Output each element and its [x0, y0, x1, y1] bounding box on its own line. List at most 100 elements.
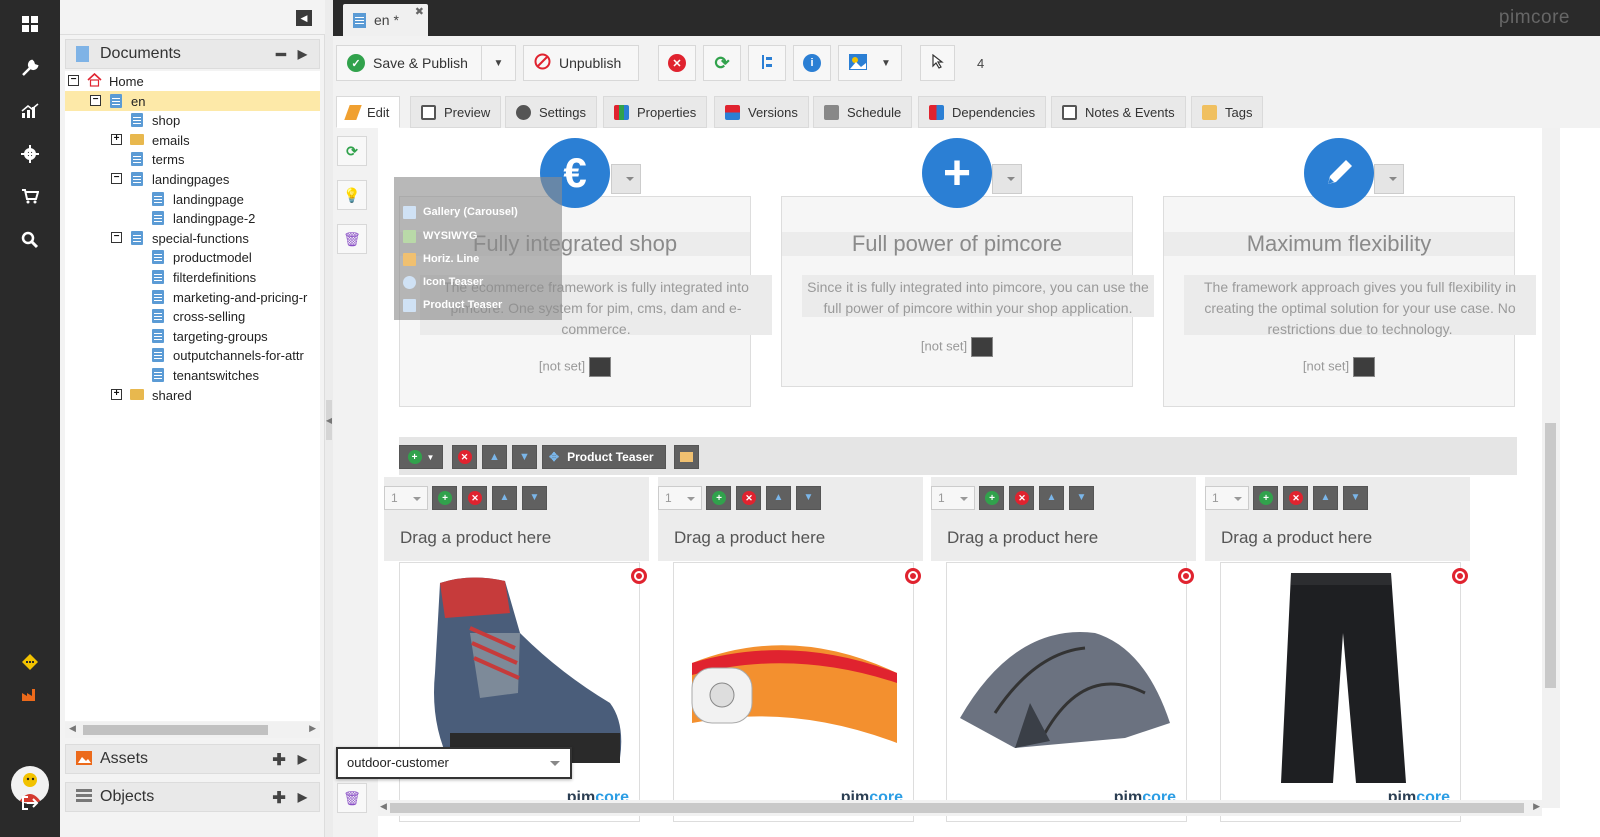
slot-number-select[interactable]: 1 [384, 486, 428, 510]
menu-item-gallery[interactable]: Gallery (Carousel) [400, 201, 558, 223]
image-icon[interactable] [971, 337, 994, 357]
tree-item-en[interactable]: − en [65, 90, 320, 111]
tree-item-home[interactable]: − Home [65, 71, 320, 91]
tree-item-cross-selling[interactable]: cross-selling [65, 306, 320, 326]
target-group-select[interactable]: outdoor-customer [336, 747, 572, 779]
feature-box[interactable]: Full power of pimcore Since it is fully … [781, 196, 1154, 387]
slot-number-select[interactable]: 1 [658, 486, 702, 510]
tree-item-landingpage-2[interactable]: landingpage-2 [65, 208, 320, 228]
move-down-button[interactable]: ▼ [796, 486, 821, 510]
add-icon[interactable]: ✚ [272, 788, 285, 808]
tree-item-terms[interactable]: terms [65, 149, 320, 169]
panel-splitter[interactable]: ◀ [325, 0, 333, 837]
product-card[interactable]: pimcore [1220, 562, 1468, 822]
menu-item-wysiwyg[interactable]: WYSIWYG [400, 225, 558, 247]
move-up-button[interactable]: ▲ [1039, 486, 1064, 510]
move-down-button[interactable]: ▼ [512, 445, 537, 469]
product-slot[interactable]: 1 + ✕ ▲ ▼ Drag a product here [658, 477, 923, 561]
target-icon[interactable] [1452, 568, 1468, 584]
area-options-button[interactable] [674, 445, 699, 469]
tab-notes-events[interactable]: Notes & Events [1051, 96, 1186, 128]
reload-button[interactable]: ⟳ [703, 45, 741, 81]
analytics-icon[interactable] [0, 91, 60, 131]
move-down-button[interactable]: ▼ [522, 486, 547, 510]
move-down-button[interactable]: ▼ [1069, 486, 1094, 510]
tree-item-landingpage[interactable]: landingpage [65, 189, 320, 209]
tab-properties[interactable]: Properties [603, 96, 708, 128]
select-mode-button[interactable] [920, 45, 955, 81]
tree-item-emails[interactable]: + emails [65, 130, 320, 150]
refresh-button[interactable]: ⟳ [337, 136, 367, 166]
remove-slot-button[interactable]: ✕ [462, 486, 487, 510]
feature-title[interactable]: Full power of pimcore [782, 232, 1132, 256]
tab-document-en[interactable]: en * ✖ [343, 4, 428, 36]
logout-icon[interactable] [0, 783, 60, 823]
move-up-button[interactable]: ▲ [492, 486, 517, 510]
unpublish-button[interactable]: Unpublish [523, 45, 639, 81]
remove-area-button[interactable]: ✕ [452, 445, 477, 469]
move-up-button[interactable]: ▲ [482, 445, 507, 469]
collapse-toggle-icon[interactable]: − [90, 94, 101, 106]
tree-item-marketing-and-pricing-r[interactable]: marketing-and-pricing-r [65, 287, 320, 307]
tab-preview[interactable]: Preview [410, 96, 502, 128]
hint-button[interactable]: 💡 [337, 180, 367, 210]
canvas-horizontal-scrollbar[interactable]: ◀ ▶ [378, 800, 1542, 816]
icon-select-dropdown[interactable] [611, 164, 641, 194]
objects-panel-header[interactable]: Objects ✚ ▶ [65, 782, 320, 812]
tree-item-shop[interactable]: shop [65, 110, 320, 130]
image-icon[interactable] [589, 357, 612, 377]
trash-button-bottom[interactable]: 🗑 [337, 783, 367, 813]
documents-panel-header[interactable]: Documents ━ ▶ [65, 39, 320, 69]
move-down-button[interactable]: ▼ [1343, 486, 1368, 510]
collapse-panel-button[interactable]: ◀ [296, 10, 312, 26]
image-icon[interactable] [1353, 357, 1376, 377]
expand-toggle-icon[interactable]: + [111, 133, 122, 145]
dashboard-icon[interactable] [0, 4, 60, 44]
tree-item-productmodel[interactable]: productmodel [65, 247, 320, 267]
collapse-toggle-icon[interactable]: − [68, 75, 79, 86]
target-icon[interactable] [1178, 568, 1194, 584]
target-icon[interactable] [631, 568, 647, 584]
save-publish-button[interactable]: ✓ Save & Publish [336, 45, 482, 81]
trash-button[interactable]: 🗑 [337, 224, 367, 254]
wrench-icon[interactable] [0, 48, 60, 88]
search-icon[interactable] [0, 220, 60, 260]
tree-item-special-functions[interactable]: − special-functions [65, 228, 320, 248]
product-slot[interactable]: 1 + ✕ ▲ ▼ Drag a product here [1205, 477, 1470, 561]
area-type-label[interactable]: ✥ Product Teaser [542, 445, 666, 469]
remove-slot-button[interactable]: ✕ [1283, 486, 1308, 510]
product-slot[interactable]: 1 + ✕ ▲ ▼ Drag a product here [931, 477, 1196, 561]
menu-item-horiz-line[interactable]: Horiz. Line [400, 248, 558, 270]
feature-box[interactable]: Maximum flexibility The framework approa… [1163, 196, 1536, 407]
show-in-tree-button[interactable] [748, 45, 786, 81]
add-slot-button[interactable]: + [979, 486, 1004, 510]
icon-select-dropdown[interactable] [1374, 164, 1404, 194]
gear-icon[interactable] [0, 134, 60, 174]
tab-schedule[interactable]: Schedule [813, 96, 913, 128]
add-area-button[interactable]: + ▼ [399, 445, 443, 469]
target-group-button[interactable]: ▼ [838, 45, 902, 81]
add-slot-button[interactable]: + [706, 486, 731, 510]
tab-edit[interactable]: Edit [336, 96, 401, 128]
assets-panel-header[interactable]: Assets ✚ ▶ [65, 744, 320, 774]
tree-item-shared[interactable]: + shared [65, 385, 320, 405]
remove-slot-button[interactable]: ✕ [1009, 486, 1034, 510]
product-card[interactable]: pimcore [399, 562, 647, 822]
chevron-right-icon[interactable]: ▶ [298, 752, 307, 770]
tree-item-landingpages[interactable]: − landingpages [65, 169, 320, 189]
save-options-dropdown[interactable]: ▼ [481, 45, 516, 81]
plus-icon[interactable]: + [922, 138, 992, 208]
menu-item-product-teaser[interactable]: Product Teaser [400, 294, 558, 316]
tab-settings[interactable]: Settings [505, 96, 597, 128]
collapse-toggle-icon[interactable]: − [111, 173, 122, 184]
close-icon[interactable]: ✖ [415, 5, 424, 18]
product-card[interactable]: pimcore [673, 562, 921, 822]
icon-select-dropdown[interactable] [992, 164, 1022, 194]
tree-item-targeting-groups[interactable]: targeting-groups [65, 326, 320, 346]
tree-item-tenantswitches[interactable]: tenantswitches [65, 365, 320, 385]
feature-title[interactable]: Maximum flexibility [1164, 232, 1514, 256]
tree-scrollbar[interactable]: ◀ ▶ [65, 722, 320, 738]
collapse-toggle-icon[interactable]: − [111, 231, 122, 243]
canvas-vertical-scrollbar[interactable] [1542, 128, 1560, 808]
add-slot-button[interactable]: + [432, 486, 457, 510]
